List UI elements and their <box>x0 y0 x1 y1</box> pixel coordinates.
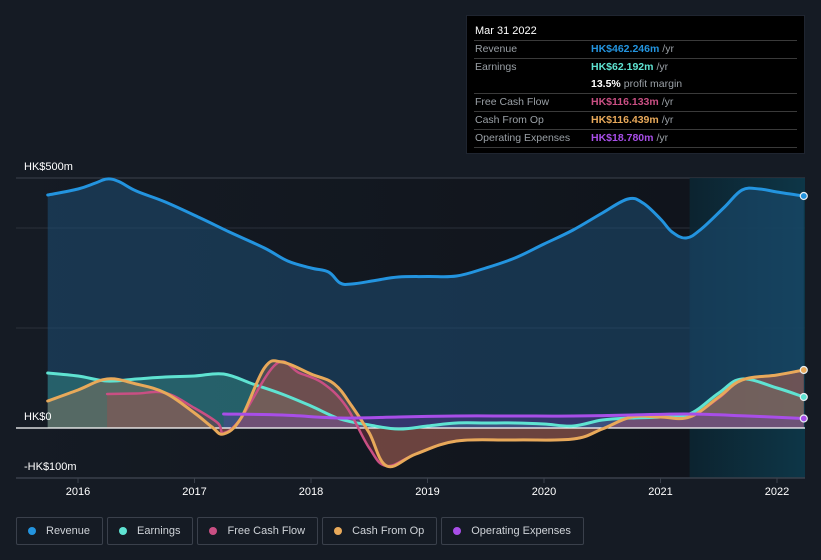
x-tick-label: 2017 <box>182 486 206 498</box>
tooltip-value: HK$18.780m <box>591 132 654 144</box>
tooltip-row-profit-margin: 13.5% profit margin <box>474 76 797 94</box>
legend-label: Operating Expenses <box>471 525 571 537</box>
tooltip-row-operating-expenses: Operating Expenses HK$18.780m /yr <box>474 130 797 148</box>
tooltip-unit: /yr <box>662 43 674 55</box>
tooltip-row-free-cash-flow: Free Cash Flow HK$116.133m /yr <box>474 94 797 112</box>
tooltip-unit: /yr <box>656 132 669 144</box>
x-tick-label: 2021 <box>648 486 672 498</box>
tooltip-value: HK$116.133m <box>591 96 659 108</box>
x-tick-label: 2018 <box>299 486 323 498</box>
legend-item-free-cash-flow[interactable]: Free Cash Flow <box>197 517 319 545</box>
legend-dot-icon <box>334 527 343 535</box>
legend-dot-icon <box>28 527 36 535</box>
tooltip-row-earnings: Earnings HK$62.192m /yr <box>474 59 797 76</box>
legend-label: Free Cash Flow <box>227 525 306 537</box>
legend-item-cash-from-op[interactable]: Cash From Op <box>322 517 438 545</box>
tooltip-row-revenue: Revenue HK$462.246m /yr <box>474 41 797 59</box>
x-tick-label: 2016 <box>66 486 90 498</box>
endpoint-operating-expenses <box>799 414 808 423</box>
tooltip-label: Earnings <box>475 61 517 73</box>
y-tick-label: HK$0 <box>24 411 52 423</box>
tooltip-label: Free Cash Flow <box>475 96 550 108</box>
x-tick-label: 2022 <box>765 486 789 498</box>
legend-item-earnings[interactable]: Earnings <box>107 517 194 545</box>
endpoint-revenue <box>799 191 808 201</box>
tooltip-label: Operating Expenses <box>475 132 571 144</box>
legend-dot-icon <box>209 527 218 535</box>
tooltip-label: Revenue <box>475 43 518 55</box>
legend-item-operating-expenses[interactable]: Operating Expenses <box>441 517 584 545</box>
tooltip-value: HK$116.439m <box>591 114 659 126</box>
y-tick-label: HK$500m <box>24 161 73 173</box>
tooltip-unit: profit margin <box>623 78 683 90</box>
endpoint-cash-from-op <box>799 365 808 375</box>
legend-dot-icon <box>453 527 462 535</box>
tooltip: Mar 31 2022 Revenue HK$462.246m /yr Earn… <box>466 15 805 154</box>
x-tick-label: 2020 <box>532 486 556 498</box>
legend-label: Earnings <box>137 525 181 537</box>
tooltip-value: HK$462.246m <box>591 43 660 55</box>
legend: Revenue Earnings Free Cash Flow Cash Fro… <box>16 517 584 545</box>
legend-item-revenue[interactable]: Revenue <box>16 517 104 545</box>
tooltip-unit: /yr <box>656 61 669 73</box>
legend-dot-icon <box>119 527 128 535</box>
tooltip-value: HK$62.192m <box>591 61 654 73</box>
tooltip-value: 13.5% <box>591 78 621 90</box>
tooltip-date: Mar 31 2022 <box>474 22 797 41</box>
x-axis: 2016 2017 2018 2019 2020 2021 2022 <box>16 477 805 498</box>
tooltip-label <box>474 76 591 93</box>
tooltip-row-cash-from-op: Cash From Op HK$116.439m /yr <box>474 112 797 130</box>
endpoint-earnings <box>799 392 808 402</box>
tooltip-unit: /yr <box>661 96 674 108</box>
tooltip-unit: /yr <box>661 114 674 126</box>
legend-label: Cash From Op <box>352 525 425 537</box>
y-tick-label: -HK$100m <box>24 461 77 473</box>
tooltip-label: Cash From Op <box>475 114 544 126</box>
legend-label: Revenue <box>46 525 91 537</box>
x-tick-label: 2019 <box>415 486 439 498</box>
